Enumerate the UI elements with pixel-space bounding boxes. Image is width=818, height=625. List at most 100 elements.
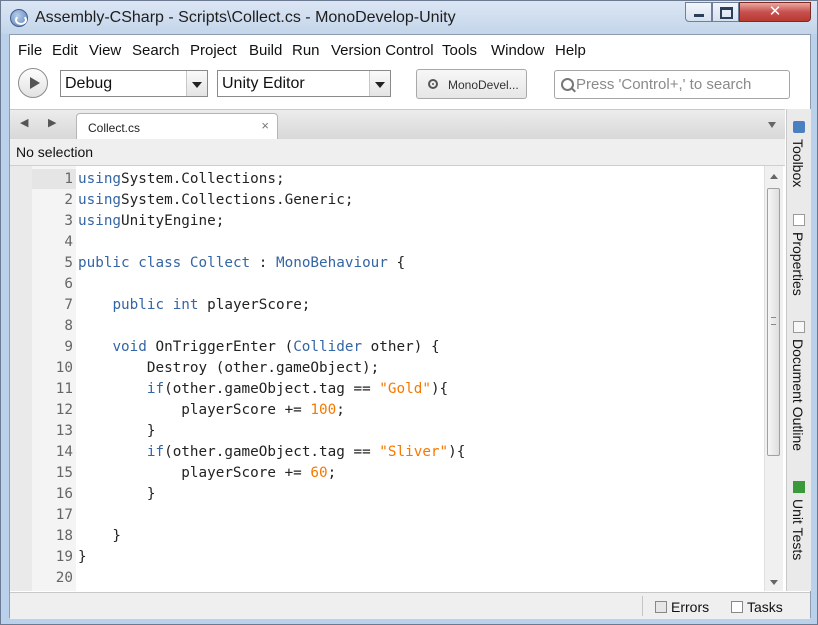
tab-forward-arrow-icon[interactable]: ▶ xyxy=(48,116,56,129)
monodevelop-app-icon xyxy=(10,9,28,27)
title-bar[interactable]: Assembly-CSharp - Scripts\Collect.cs - M… xyxy=(1,1,817,34)
run-target-value: Unity Editor xyxy=(222,75,305,92)
search-box[interactable] xyxy=(554,70,790,99)
menu-help[interactable]: Help xyxy=(555,42,586,59)
code-text: void OnTriggerEnter (Collider other) { xyxy=(78,337,440,358)
code-text: public int playerScore; xyxy=(78,295,310,316)
menu-bar: File Edit View Search Project Build Run … xyxy=(10,35,810,65)
menu-file[interactable]: File xyxy=(18,42,42,59)
menu-view[interactable]: View xyxy=(89,42,121,59)
chevron-down-icon xyxy=(186,71,207,96)
code-token: 100 xyxy=(310,402,337,418)
close-window-button[interactable]: ✕ xyxy=(739,2,811,22)
errors-pad-button[interactable]: Errors xyxy=(655,599,709,615)
menu-search[interactable]: Search xyxy=(132,42,180,59)
maximize-button[interactable] xyxy=(712,2,739,22)
code-token: Collider xyxy=(293,339,363,355)
menu-project[interactable]: Project xyxy=(190,42,237,59)
pad-toolbox[interactable]: Toolbox xyxy=(789,119,809,194)
menu-edit[interactable]: Edit xyxy=(52,42,78,59)
configuration-value: Debug xyxy=(65,75,113,92)
line-number: 7 xyxy=(64,297,73,313)
scroll-up-arrow-icon[interactable] xyxy=(770,174,778,179)
code-token: playerScore += xyxy=(78,402,311,418)
line-number: 2 xyxy=(64,192,73,208)
app-window: Assembly-CSharp - Scripts\Collect.cs - M… xyxy=(0,0,818,625)
line-number: 16 xyxy=(55,486,73,502)
menu-window[interactable]: Window xyxy=(491,42,544,59)
code-token: "Sliver" xyxy=(379,444,449,460)
document-tab-strip: ◀ ▶ Collect.cs × xyxy=(10,109,785,140)
code-token: if xyxy=(146,444,165,460)
menu-build[interactable]: Build xyxy=(249,42,282,59)
code-token: (other.gameObject.tag == xyxy=(164,444,380,460)
scrollbar-thumb[interactable] xyxy=(767,188,780,456)
search-input[interactable] xyxy=(576,73,781,95)
code-text: } xyxy=(78,421,156,442)
status-separator xyxy=(642,596,643,616)
tasks-pad-button[interactable]: Tasks xyxy=(731,599,783,615)
code-token: ; xyxy=(336,402,345,418)
status-area[interactable]: MonoDevel... xyxy=(416,69,527,99)
code-text: if(other.gameObject.tag == "Gold"){ xyxy=(78,379,448,400)
checkbox-icon xyxy=(731,601,743,613)
code-token: : xyxy=(250,255,276,271)
code-text: if(other.gameObject.tag == "Sliver"){ xyxy=(78,442,466,463)
line-number: 6 xyxy=(64,276,73,292)
code-text: public class Collect : MonoBehaviour { xyxy=(78,253,405,274)
line-number: 18 xyxy=(55,528,73,544)
code-text: Destroy (other.gameObject); xyxy=(78,358,379,379)
pad-unit-tests-label: Unit Tests xyxy=(790,499,806,561)
scroll-down-arrow-icon[interactable] xyxy=(770,580,778,585)
code-token: public class xyxy=(78,255,190,271)
tab-back-arrow-icon[interactable]: ◀ xyxy=(20,116,28,129)
code-text: playerScore += 100; xyxy=(78,400,345,421)
pad-document-outline[interactable]: Document Outline xyxy=(789,319,809,469)
code-editor[interactable]: 1 usingSystem.Collections; 2 usingSystem.Co… xyxy=(10,166,785,591)
pad-toolbox-label: Toolbox xyxy=(790,139,806,188)
line-number: 13 xyxy=(55,423,73,439)
window-title: Assembly-CSharp - Scripts\Collect.cs - M… xyxy=(35,9,456,26)
pad-properties[interactable]: Properties xyxy=(789,212,809,307)
path-bar[interactable]: No selection xyxy=(10,139,785,166)
tab-collect-cs[interactable]: Collect.cs × xyxy=(76,113,278,140)
menu-tools[interactable]: Tools xyxy=(442,42,477,59)
configuration-dropdown[interactable]: Debug xyxy=(60,70,208,97)
line-number: 12 xyxy=(55,402,73,418)
code-token: playerScore; xyxy=(198,297,311,313)
toolbar: Debug Unity Editor MonoDevel... xyxy=(10,65,810,107)
document-outline-icon xyxy=(793,321,805,333)
code-token: using xyxy=(78,171,122,187)
code-token: ){ xyxy=(430,381,449,397)
path-bar-text: No selection xyxy=(16,144,94,160)
line-number: 10 xyxy=(55,360,73,376)
code-token: UnityEngine; xyxy=(121,213,225,229)
tab-label: Collect.cs xyxy=(88,121,141,135)
run-button[interactable] xyxy=(18,68,48,98)
code-token: ; xyxy=(327,465,337,481)
tab-list-dropdown-icon[interactable] xyxy=(768,122,776,128)
code-token: void xyxy=(112,339,147,355)
code-token: 60 xyxy=(310,465,328,481)
tasks-label: Tasks xyxy=(747,599,783,615)
errors-label: Errors xyxy=(671,599,710,615)
pad-unit-tests[interactable]: Unit Tests xyxy=(789,479,809,589)
code-text: } xyxy=(78,484,156,505)
tab-close-icon[interactable]: × xyxy=(261,118,269,133)
line-number: 3 xyxy=(64,213,73,229)
code-text: usingSystem.Collections; xyxy=(78,169,285,190)
code-token: other) { xyxy=(362,339,440,355)
minimize-button[interactable] xyxy=(685,2,712,22)
menu-run[interactable]: Run xyxy=(292,42,320,59)
code-token: OnTriggerEnter ( xyxy=(146,339,294,355)
run-target-dropdown[interactable]: Unity Editor xyxy=(217,70,391,97)
line-number: 20 xyxy=(55,570,73,586)
line-number: 8 xyxy=(64,318,73,334)
editor-vertical-scrollbar[interactable] xyxy=(764,166,783,591)
search-icon xyxy=(561,78,574,91)
menu-version-control[interactable]: Version Control xyxy=(331,42,434,59)
toolbox-icon xyxy=(793,121,805,133)
line-number: 9 xyxy=(64,339,73,355)
